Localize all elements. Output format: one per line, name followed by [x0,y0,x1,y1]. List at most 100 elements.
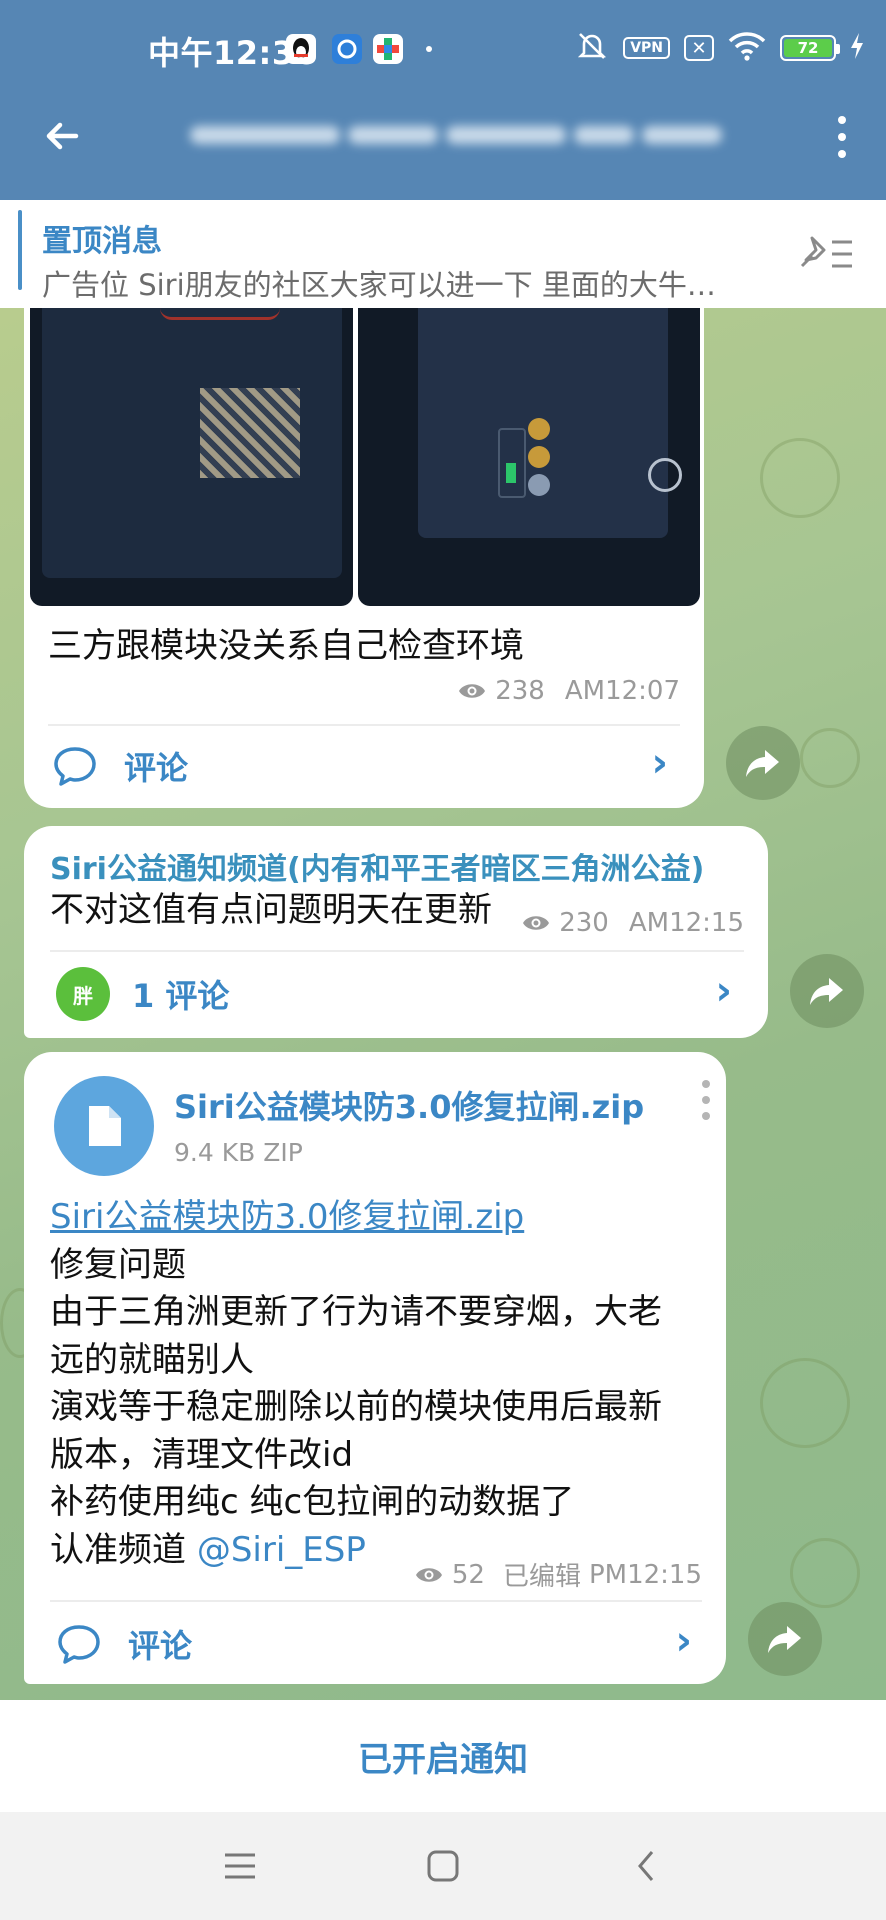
x-icon: ✕ [684,35,714,61]
menu-icon [225,1853,255,1879]
file-size: 9.4 KB ZIP [174,1138,303,1167]
unpin-list-icon[interactable] [798,230,856,278]
photo-album[interactable] [30,308,700,606]
vpn-icon: VPN [623,37,670,59]
system-nav-bar [0,1812,886,1920]
back-button[interactable] [38,112,86,160]
text-line: 版本，清理文件改id [50,1434,354,1475]
message-meta: 52 已编辑 PM12:15 [414,1556,702,1593]
qq-icon [286,34,316,64]
message-bubble[interactable]: Siri公益模块防3.0修复拉闸.zip 9.4 KB ZIP Siri公益模块… [24,1052,726,1684]
comments-label: 评论 [128,1627,193,1665]
arrow-left-icon [46,122,79,150]
avatar: 胖 [56,967,110,1021]
pinned-message-bar[interactable]: 置顶消息 广告位 Siri朋友的社区大家可以进一下 里面的大牛… [0,200,886,308]
status-bar: 中午12:36 VPN ✕ 72 [0,0,886,96]
wallpaper-doodle [760,438,840,518]
battery-level: 72 [784,39,832,57]
game-icon [373,34,403,64]
mute-icon [575,29,609,67]
status-icons: VPN ✕ 72 [575,30,864,66]
message-time: AM12:07 [564,676,680,706]
wallpaper-doodle [790,1538,860,1608]
share-button[interactable] [790,954,864,1028]
file-icon [89,1106,121,1146]
view-count: 230 [559,908,609,938]
app-header: 中午12:36 VPN ✕ 72 [0,0,886,200]
file-name[interactable]: Siri公益模块防3.0修复拉闸.zip [174,1082,644,1128]
view-count: 52 [451,1559,485,1590]
channel-title-blurred[interactable] [190,104,780,168]
photo-content [528,446,550,468]
back-nav-button[interactable] [620,1840,672,1892]
file-menu-button[interactable] [702,1080,712,1120]
notification-dot [426,46,432,52]
file-link[interactable]: Siri公益模块防3.0修复拉闸.zip [50,1194,710,1242]
photo-2[interactable] [358,308,700,606]
photo-content [528,418,550,440]
photo-content [506,463,516,483]
chevron-left-icon [638,1851,654,1881]
pinned-text: 广告位 Siri朋友的社区大家可以进一下 里面的大牛… [42,268,716,302]
text-line: 演戏等于稳定删除以前的模块使用后最新 [50,1387,662,1427]
more-vertical-icon [838,116,846,124]
wallpaper-doodle [800,728,860,788]
edited-label: 已编辑 [502,1562,581,1592]
notification-toggle-bar[interactable]: 已开启通知 [0,1700,886,1812]
text-line: 由于三角洲更新了行为请不要穿烟，大老 [50,1292,662,1332]
photo-content [648,458,682,492]
message-time: PM12:15 [588,1559,702,1590]
message-meta: 230 AM12:15 [521,908,744,938]
message-text: 三方跟模块没关系自己检查环境 [48,626,524,666]
comment-icon [54,747,96,786]
text-line: 补药使用纯c 纯c包拉闸的动数据了 [50,1482,575,1522]
divider [50,950,744,952]
divider [50,1600,702,1602]
comments-label: 评论 [124,749,189,787]
eye-icon [415,1567,442,1582]
charging-icon [850,32,864,64]
wifi-icon [728,31,766,65]
chevron-right-icon: › [715,968,732,1014]
forward-icon [810,978,843,1005]
share-button[interactable] [726,726,800,800]
pinned-indicator [18,210,22,290]
comments-button[interactable]: 胖 1 评论 › [56,954,756,1034]
more-vertical-icon [702,1080,710,1088]
sender-name[interactable]: Siri公益通知频道(内有和平王者暗区三角洲公益) [50,844,704,888]
comments-button[interactable]: 评论 › [56,1604,716,1684]
forward-icon [746,750,779,777]
photo-1[interactable] [30,308,353,606]
eye-icon [523,916,550,930]
comments-label: 1 评论 [132,977,230,1015]
eye-icon [459,684,486,698]
pinned-title: 置顶消息 [42,224,162,259]
text-line: 远的就瞄别人 [50,1339,254,1380]
share-button[interactable] [748,1602,822,1676]
battery-icon: 72 [780,35,840,61]
mention-link[interactable]: @Siri_ESP [197,1530,366,1570]
view-count: 238 [495,676,545,706]
message-time: AM12:15 [628,908,744,938]
file-download-button[interactable] [54,1076,154,1176]
notification-toggle-label: 已开启通知 [358,1739,528,1780]
chevron-right-icon: › [675,1618,692,1664]
home-nav-button[interactable] [417,1840,469,1892]
forward-icon [768,1626,801,1653]
message-bubble[interactable]: 三方跟模块没关系自己检查环境 238 AM12:07 评论 › [24,308,704,808]
photo-content [160,308,280,320]
text-line-prefix: 认准频道 [50,1529,197,1570]
chat-area[interactable]: 三方跟模块没关系自己检查环境 238 AM12:07 评论 › Siri公益通知… [0,308,886,1700]
more-button[interactable] [834,116,850,158]
text-line: 修复问题 [50,1244,186,1285]
comment-icon [58,1625,100,1664]
comments-button[interactable]: 评论 › [52,726,692,806]
menu-nav-button[interactable] [214,1840,266,1892]
message-text: Siri公益模块防3.0修复拉闸.zip 修复问题 由于三角洲更新了行为请不要穿… [50,1194,710,1574]
message-meta: 238 AM12:07 [457,676,680,706]
message-bubble[interactable]: Siri公益通知频道(内有和平王者暗区三角洲公益) 不对这值有点问题明天在更新 … [24,826,768,1038]
photo-content [528,474,550,496]
app-icon [332,34,362,64]
wallpaper-doodle [760,1358,850,1448]
chevron-right-icon: › [651,740,668,786]
